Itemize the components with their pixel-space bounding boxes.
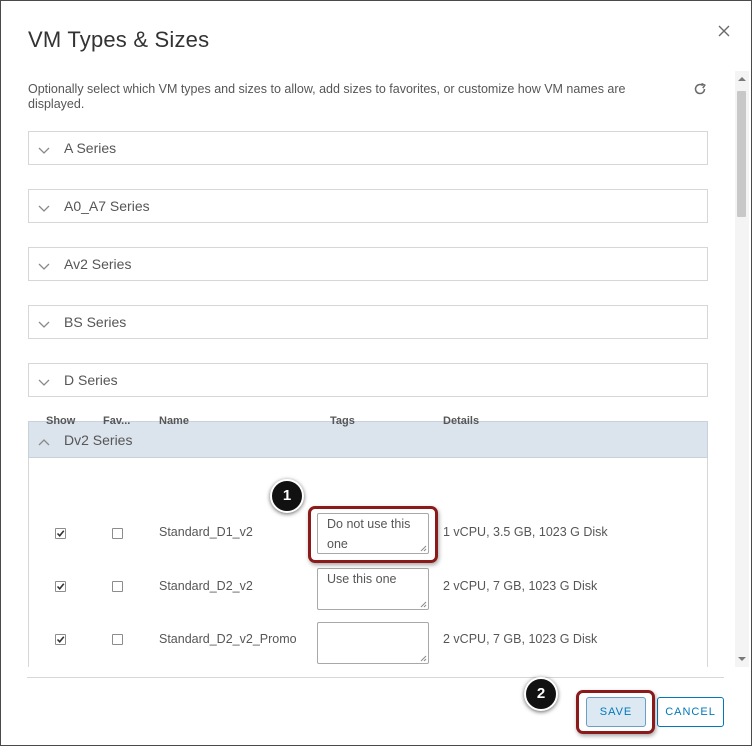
close-icon[interactable] [716,23,732,39]
dialog-description: Optionally select which VM types and siz… [28,82,626,111]
column-header-show: Show [46,415,76,427]
dialog-title: VM Types & Sizes [28,27,210,52]
vm-size-name: Standard_D2_v2_Promo [159,632,297,646]
vm-size-name: Standard_D2_v2 [159,579,253,593]
vm-types-sizes-dialog: VM Types & Sizes Optionally select which… [0,0,752,746]
vm-size-details: 2 vCPU, 7 GB, 1023 G Disk [443,579,598,593]
show-checkbox[interactable] [55,581,66,592]
column-header-name: Name [159,415,189,427]
vm-size-name: Standard_D1_v2 [159,525,253,539]
series-header-d[interactable]: D Series [28,363,708,397]
scrollbar-thumb[interactable] [737,91,746,217]
series-label: Dv2 Series [64,432,133,448]
scroll-up-icon[interactable] [738,77,746,81]
series-header-av2[interactable]: Av2 Series [28,247,708,281]
cancel-button[interactable]: CANCEL [657,697,724,727]
series-label: BS Series [64,314,127,330]
chevron-down-icon [38,317,50,328]
chevron-down-icon [38,201,50,212]
chevron-down-icon [38,259,50,270]
show-checkbox[interactable] [55,528,66,539]
series-label: A0_A7 Series [64,198,150,214]
callout-highlight-save [576,690,655,734]
tags-input-value: Use this one [327,572,397,586]
refresh-icon[interactable] [692,81,708,97]
chevron-up-icon [38,434,50,446]
tags-input[interactable]: Use this one [317,568,429,610]
tags-input[interactable] [317,622,429,664]
favorite-checkbox[interactable] [112,581,123,592]
dialog-scrollbar[interactable] [735,71,749,667]
chevron-down-icon [38,375,50,386]
series-label: A Series [64,140,117,156]
series-label: Av2 Series [64,256,132,272]
series-header-bs[interactable]: BS Series [28,305,708,339]
footer-divider [27,677,724,678]
resize-handle-icon[interactable] [419,654,427,662]
callout-step-1: 1 [270,479,304,513]
callout-step-2: 2 [524,677,558,711]
resize-handle-icon[interactable] [419,600,427,608]
column-header-tags: Tags [330,415,355,427]
series-header-a0-a7[interactable]: A0_A7 Series [28,189,708,223]
series-label: D Series [64,372,118,388]
callout-highlight-tags [308,506,438,563]
column-header-details: Details [443,415,480,427]
favorite-checkbox[interactable] [112,634,123,645]
vm-size-details: 2 vCPU, 7 GB, 1023 G Disk [443,632,598,646]
favorite-checkbox[interactable] [112,528,123,539]
column-header-favorite: Fav... [103,415,131,427]
show-checkbox[interactable] [55,634,66,645]
chevron-down-icon [38,143,50,154]
series-header-a[interactable]: A Series [28,131,708,165]
scroll-down-icon[interactable] [738,657,746,661]
vm-size-details: 1 vCPU, 3.5 GB, 1023 G Disk [443,525,608,539]
